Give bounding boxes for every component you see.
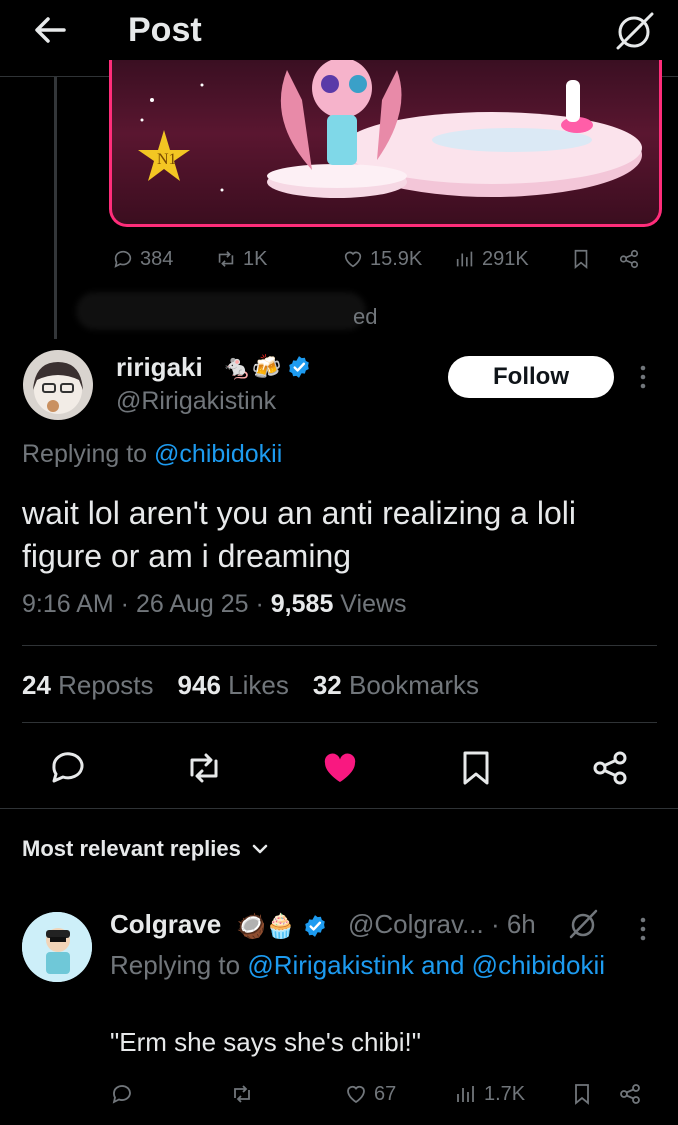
views-label: Views <box>333 590 407 618</box>
chevron-down-icon <box>252 844 268 854</box>
repost-icon <box>218 251 234 267</box>
reply-like-button[interactable]: 67 <box>344 1080 396 1108</box>
bookmark-icon[interactable] <box>456 748 496 788</box>
reply-share-button[interactable] <box>618 1080 642 1108</box>
svg-text:N1: N1 <box>157 151 177 168</box>
parent-share-button[interactable] <box>618 246 640 272</box>
reply-views-button[interactable]: 1.7K <box>454 1080 525 1108</box>
replying-to-link[interactable]: @chibidokii <box>154 440 282 468</box>
divider <box>0 808 678 809</box>
avatar[interactable] <box>23 350 93 420</box>
heart-icon <box>344 251 362 268</box>
redacted-scribble <box>76 292 366 330</box>
reply-avatar[interactable] <box>22 912 92 982</box>
reply-reply-button[interactable] <box>110 1080 134 1108</box>
heart-filled-icon[interactable] <box>320 748 360 788</box>
likes-label: Likes <box>220 670 289 700</box>
reply-icon[interactable] <box>48 748 88 788</box>
grok-icon[interactable] <box>566 908 600 940</box>
parent-views-button[interactable]: 291K <box>454 246 529 272</box>
more-options-icon[interactable] <box>634 362 652 392</box>
back-arrow-icon[interactable] <box>30 10 70 50</box>
reply-icon <box>114 250 132 268</box>
parent-likes-count: 15.9K <box>370 247 423 270</box>
reposts-label: Reposts <box>50 670 154 700</box>
parent-like-button[interactable]: 15.9K <box>342 246 422 272</box>
bookmarks-count: 32 <box>312 670 342 700</box>
bookmarks-stat[interactable]: 32 Bookmarks <box>313 670 479 701</box>
views-icon <box>456 251 473 267</box>
parent-views-count: 291K <box>482 247 529 270</box>
reply-emoji-badges: 🥥🧁 <box>236 912 296 940</box>
sort-label: Most relevant replies <box>22 836 241 861</box>
post-text: wait lol aren't you an anti realizing a … <box>22 495 576 574</box>
share-icon <box>620 1084 640 1104</box>
bookmark-icon <box>575 1084 589 1105</box>
parent-reply-button[interactable]: 384 <box>112 246 173 272</box>
parent-bookmark-button[interactable] <box>570 246 592 272</box>
follow-button[interactable]: Follow <box>448 356 614 398</box>
page-title: Post <box>128 11 202 49</box>
reply-likes-count: 67 <box>374 1082 397 1105</box>
reply-repost-button[interactable] <box>230 1080 254 1108</box>
reply-text: "Erm she says she's chibi!" <box>110 1027 421 1057</box>
reposts-stat[interactable]: 24 Reposts <box>22 670 154 701</box>
reply-replying-to-links[interactable]: @Ririgakistink and @chibidokii <box>247 950 605 980</box>
name-emoji-badges: 🐁🍻 <box>222 350 312 384</box>
bookmarks-label: Bookmarks <box>341 670 480 700</box>
thread-connector-line <box>54 77 57 339</box>
replies-sort-dropdown[interactable]: Most relevant replies <box>22 836 269 862</box>
reply-bookmark-button[interactable] <box>570 1080 594 1108</box>
verified-badge-icon <box>289 356 309 378</box>
reply-handle-time[interactable]: @Colgrav... · 6h <box>348 909 536 940</box>
divider <box>22 645 657 646</box>
bookmark-icon <box>574 249 588 270</box>
reply-icon <box>112 1085 131 1104</box>
replying-to-line: Replying to @chibidokii <box>22 440 282 469</box>
reply-views-count: 1.7K <box>484 1082 526 1105</box>
post-media-image[interactable]: N1 <box>109 60 662 227</box>
share-icon[interactable] <box>590 748 630 788</box>
parent-repost-button[interactable]: 1K <box>215 246 267 272</box>
repost-icon <box>234 1085 250 1103</box>
heart-icon <box>347 1085 365 1104</box>
repost-icon[interactable] <box>184 748 224 788</box>
reply-name-badges: 🥥🧁 <box>236 906 328 946</box>
views-icon <box>457 1086 474 1102</box>
post-meta: 9:16 AM · 26 Aug 25 · 9,585 Views <box>22 590 407 619</box>
reply-replying-to-line: Replying to @Ririgakistink and @chibidok… <box>110 946 630 984</box>
more-options-icon[interactable] <box>634 914 652 944</box>
replying-prefix: Replying to <box>22 440 155 468</box>
emoji-badges: 🐁🍻 <box>222 353 282 381</box>
verified-badge-icon <box>305 915 325 937</box>
reposts-count: 24 <box>22 670 51 700</box>
user-handle[interactable]: @Ririgakistink <box>116 387 276 416</box>
grok-icon[interactable] <box>612 10 656 50</box>
likes-stat[interactable]: 946 Likes <box>178 670 289 701</box>
likes-count: 946 <box>177 670 221 700</box>
reply-replying-prefix: Replying to <box>110 950 248 980</box>
parent-reposts-count: 1K <box>243 247 268 270</box>
reply-display-name[interactable]: Colgrave <box>110 909 221 940</box>
post-timestamp[interactable]: 9:16 AM · 26 Aug 25 · <box>22 590 271 618</box>
divider <box>22 722 657 723</box>
redacted-text-fragment: ed <box>353 304 378 329</box>
parent-replies-count: 384 <box>140 247 174 270</box>
views-count: 9,585 <box>270 590 334 618</box>
share-icon <box>619 249 639 269</box>
display-name[interactable]: ririgaki <box>116 352 203 383</box>
engagement-stats: 24 Reposts 946 Likes 32 Bookmarks <box>22 670 479 701</box>
